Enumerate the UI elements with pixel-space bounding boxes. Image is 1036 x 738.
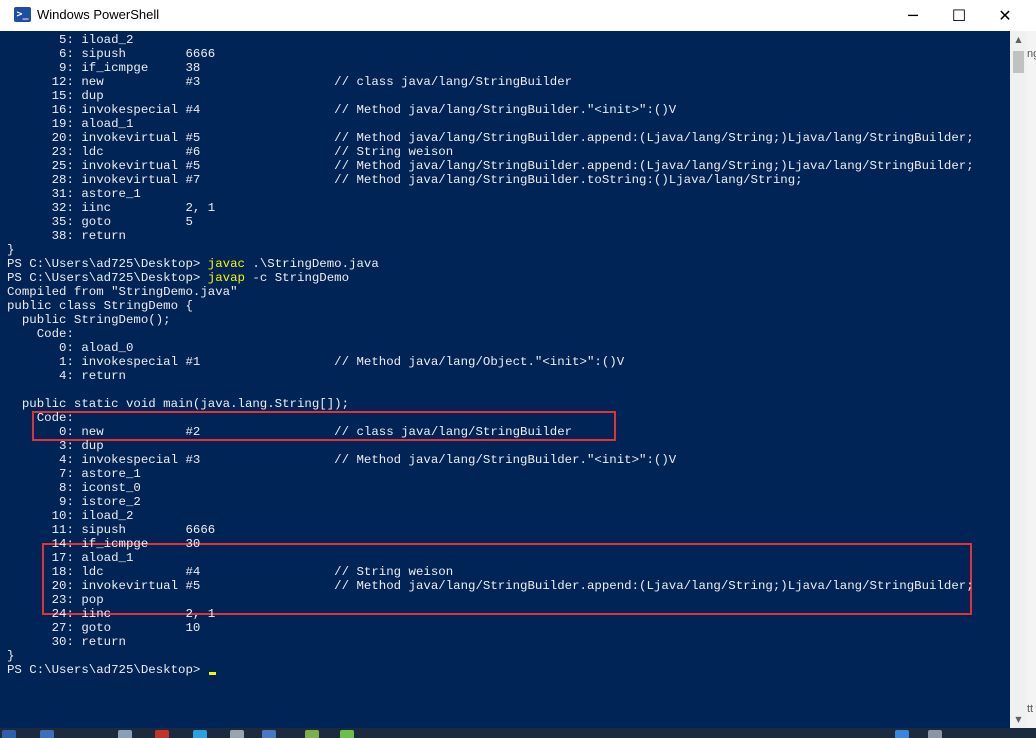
title-bar: >_ Windows PowerShell ─ ☐ ✕	[0, 0, 1036, 31]
console-line: }	[7, 649, 14, 663]
taskbar-app-icon-3[interactable]	[230, 730, 244, 738]
prompt-text: PS C:\Users\ad725\Desktop>	[7, 271, 208, 285]
console-line: 4: return	[7, 369, 126, 383]
console-line: 28: invokevirtual #7 // Method java/lang…	[7, 173, 803, 187]
console-line: 7: astore_1	[7, 467, 141, 481]
console-line: public static void main(java.lang.String…	[7, 397, 349, 411]
taskbar-active-app-icon[interactable]	[262, 730, 276, 738]
console-line: 30: return	[7, 635, 126, 649]
vertical-scrollbar[interactable]: ▲ ▼	[1010, 31, 1027, 728]
taskbar-word-icon[interactable]	[40, 730, 54, 738]
scrollbar-thumb[interactable]	[1013, 51, 1024, 73]
background-window-text-bottom: tt	[1027, 703, 1033, 715]
prompt-line: PS C:\Users\ad725\Desktop>	[7, 663, 216, 677]
maximize-button[interactable]: ☐	[936, 0, 982, 31]
console-line: 6: sipush 6666	[7, 47, 215, 61]
console-line: Code:	[7, 411, 74, 425]
console-output[interactable]: 5: iload_2 6: sipush 6666 9: if_icmpge 3…	[0, 31, 1010, 728]
prompt-line: PS C:\Users\ad725\Desktop> javac .\Strin…	[7, 257, 379, 271]
console-line: Compiled from "StringDemo.java"	[7, 285, 238, 299]
console-line: 31: astore_1	[7, 187, 141, 201]
taskbar-powershell-icon[interactable]	[2, 730, 16, 738]
console-line: 35: goto 5	[7, 215, 193, 229]
prompt-line: PS C:\Users\ad725\Desktop> javap -c Stri…	[7, 271, 349, 285]
taskbar	[0, 728, 1036, 738]
console-line: public class StringDemo {	[7, 299, 193, 313]
taskbar-app-icon-2[interactable]	[155, 730, 169, 738]
console-line: 38: return	[7, 229, 126, 243]
console-line: 11: sipush 6666	[7, 523, 215, 537]
console-line: 9: istore_2	[7, 495, 141, 509]
console-line: 1: invokespecial #1 // Method java/lang/…	[7, 355, 624, 369]
console-line: 32: iinc 2, 1	[7, 201, 215, 215]
console-line: 14: if_icmpge 30	[7, 537, 200, 551]
console-line: 3: dup	[7, 439, 104, 453]
console-line: 20: invokevirtual #5 // Method java/lang…	[7, 131, 974, 145]
console-line: 24: iinc 2, 1	[7, 607, 215, 621]
console-line: 5: iload_2	[7, 33, 133, 47]
command-args: -c StringDemo	[245, 271, 349, 285]
console-line: 12: new #3 // class java/lang/StringBuil…	[7, 75, 572, 89]
console-line: public StringDemo();	[7, 313, 171, 327]
console-line: 16: invokespecial #4 // Method java/lang…	[7, 103, 676, 117]
command-name: javap	[208, 271, 245, 285]
taskbar-browser-icon[interactable]	[193, 730, 207, 738]
powershell-icon: >_	[14, 7, 31, 22]
console-line: 15: dup	[7, 89, 104, 103]
tray-icon[interactable]	[895, 730, 909, 738]
console-line: 20: invokevirtual #5 // Method java/lang…	[7, 579, 974, 593]
console-line: 23: ldc #6 // String weison	[7, 145, 453, 159]
console-line: 9: if_icmpge 38	[7, 61, 200, 75]
console-line: 19: aload_1	[7, 117, 133, 131]
scroll-down-arrow-icon[interactable]: ▼	[1010, 711, 1027, 728]
tray-icon-2[interactable]	[928, 730, 942, 738]
command-args: .\StringDemo.java	[245, 257, 379, 271]
close-button[interactable]: ✕	[982, 0, 1028, 31]
console-line: 17: aload_1	[7, 551, 133, 565]
console-line: 0: new #2 // class java/lang/StringBuild…	[7, 425, 572, 439]
taskbar-app-icon[interactable]	[118, 730, 132, 738]
prompt-text: PS C:\Users\ad725\Desktop>	[7, 663, 208, 677]
console-line: 23: pop	[7, 593, 104, 607]
window-title: Windows PowerShell	[37, 7, 159, 22]
console-line: Code:	[7, 327, 74, 341]
background-window: ng tt	[1027, 31, 1036, 728]
minimize-button[interactable]: ─	[890, 0, 936, 31]
command-name: javac	[208, 257, 245, 271]
console-line: 18: ldc #4 // String weison	[7, 565, 453, 579]
console-line: 8: iconst_0	[7, 481, 141, 495]
text-cursor	[209, 672, 216, 675]
prompt-text: PS C:\Users\ad725\Desktop>	[7, 257, 208, 271]
console-line: 0: aload_0	[7, 341, 133, 355]
taskbar-app-icon-4[interactable]	[305, 730, 319, 738]
scroll-up-arrow-icon[interactable]: ▲	[1010, 31, 1027, 48]
taskbar-app-icon-5[interactable]	[340, 730, 354, 738]
console-line: 27: goto 10	[7, 621, 200, 635]
console-line: 10: iload_2	[7, 509, 133, 523]
console-line: 4: invokespecial #3 // Method java/lang/…	[7, 453, 676, 467]
console-line: }	[7, 243, 14, 257]
background-window-text: ng	[1027, 48, 1036, 60]
console-line: 25: invokevirtual #5 // Method java/lang…	[7, 159, 974, 173]
